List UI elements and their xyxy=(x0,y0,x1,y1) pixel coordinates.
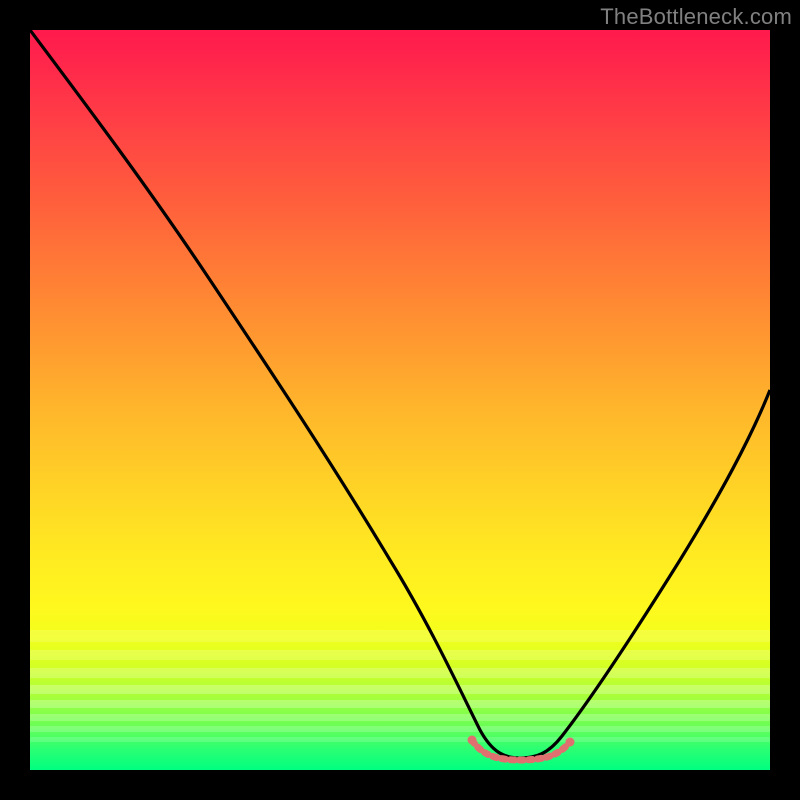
bottleneck-curve-path xyxy=(30,30,770,758)
optimal-zone-end-cap xyxy=(566,738,575,747)
optimal-zone-start-cap xyxy=(468,736,477,745)
chart-frame: TheBottleneck.com xyxy=(0,0,800,800)
bottleneck-curve-svg xyxy=(30,30,770,770)
plot-area xyxy=(30,30,770,770)
watermark-text: TheBottleneck.com xyxy=(600,4,792,30)
